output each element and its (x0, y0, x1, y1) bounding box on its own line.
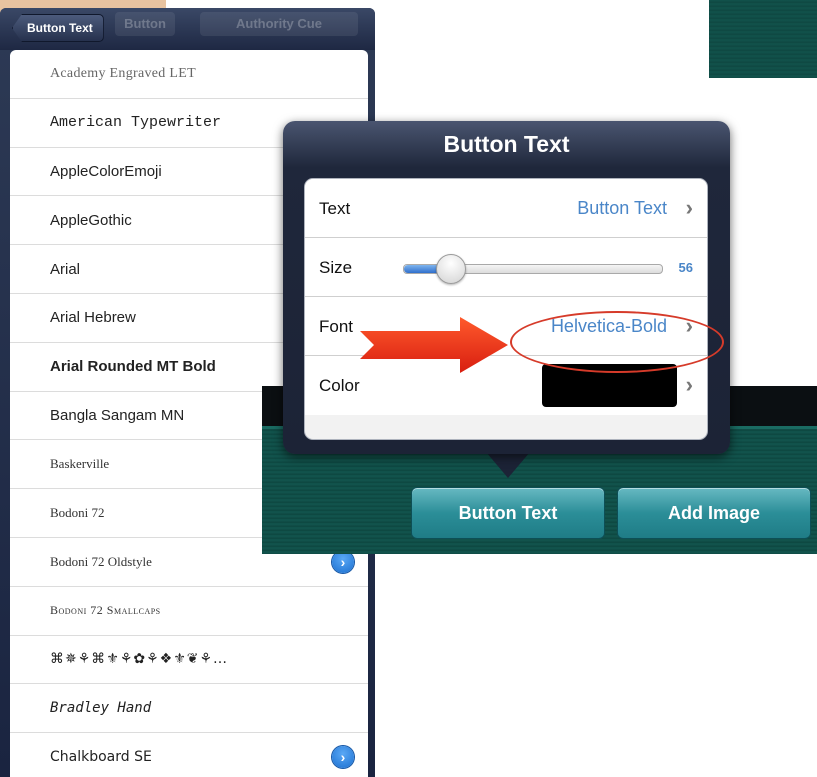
button-text-button[interactable]: Button Text (411, 487, 605, 539)
font-name: Bodoni 72 Oldstyle (50, 553, 152, 569)
ghost-tab-1: Button (115, 12, 175, 36)
font-picker-navbar: Button Authority Cue Button Text (0, 8, 375, 50)
text-row[interactable]: Text Button Text › (305, 179, 707, 238)
font-list-item[interactable]: ⌘✵⚘⌘⚜⚘✿⚘❖⚜❦⚘… (10, 636, 368, 685)
font-name: Arial Rounded MT Bold (50, 358, 216, 376)
size-label: Size (319, 258, 353, 277)
font-name: American Typewriter (50, 114, 222, 132)
font-name: AppleGothic (50, 211, 132, 229)
font-name: Bangla Sangam MN (50, 406, 185, 424)
text-value: Button Text (577, 198, 667, 218)
text-label: Text (319, 199, 351, 218)
teal-corner-fragment (709, 0, 817, 78)
font-name: Bodoni 72 (50, 505, 105, 521)
font-name: Arial (50, 260, 81, 278)
popover-title: Button Text (443, 131, 570, 157)
size-slider-thumb[interactable] (436, 254, 467, 284)
ghost-tab-2: Authority Cue (200, 12, 358, 36)
size-slider[interactable] (403, 254, 663, 284)
font-list-item[interactable]: Chalkboard SE › (10, 733, 368, 777)
font-list-item[interactable]: Academy Engraved LET (10, 50, 368, 99)
font-list-item[interactable]: Bodoni 72 Smallcaps (10, 587, 368, 636)
size-value: 56 (678, 260, 693, 275)
font-name: Bodoni 72 Smallcaps (50, 603, 161, 618)
back-button[interactable]: Button Text (12, 14, 104, 42)
red-arrow-annotation (360, 317, 508, 373)
font-name: Bradley Hand (50, 700, 152, 717)
font-name: Chalkboard SE (50, 749, 152, 766)
disclosure-info-icon[interactable]: › (332, 550, 354, 573)
font-label: Font (319, 317, 354, 336)
popover-arrow (486, 452, 530, 478)
font-name: Academy Engraved LET (50, 65, 196, 81)
button-text-popover: Button Text Text Button Text › Size 56 F… (283, 121, 730, 454)
font-name: AppleColorEmoji (50, 162, 162, 180)
font-name: Arial Hebrew (50, 309, 136, 327)
color-label: Color (319, 376, 360, 395)
font-name: Baskerville (50, 456, 110, 472)
disclosure-info-icon[interactable]: › (332, 746, 354, 769)
highlight-circle-annotation (510, 311, 724, 373)
font-name: ⌘✵⚘⌘⚜⚘✿⚘❖⚜❦⚘… (50, 651, 229, 668)
chevron-right-icon: › (685, 195, 693, 220)
size-row: Size 56 (305, 238, 707, 297)
add-image-button[interactable]: Add Image (617, 487, 811, 539)
popover-settings-table: Text Button Text › Size 56 Font Helvetic… (304, 178, 708, 440)
font-list-item[interactable]: Bradley Hand (10, 684, 368, 734)
